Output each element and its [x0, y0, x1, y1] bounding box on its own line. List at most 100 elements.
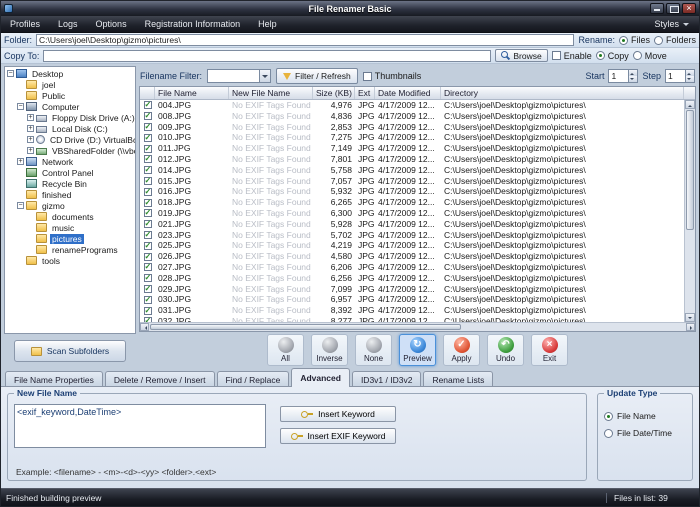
scroll-up-icon[interactable] [685, 100, 695, 109]
row-checkbox[interactable] [144, 242, 152, 250]
tree-item-public[interactable]: Public [5, 90, 135, 101]
tree-expander-icon[interactable]: + [27, 114, 34, 121]
table-row[interactable]: 025.JPGNo EXIF Tags Found4,219JPG4/17/20… [140, 240, 684, 251]
thumbnails-checkbox[interactable]: Thumbnails [363, 71, 422, 81]
scroll-right-icon[interactable] [686, 323, 695, 331]
column-header-date-modified[interactable]: Date Modified [375, 87, 441, 99]
all-button[interactable]: All [267, 334, 304, 366]
table-row[interactable]: 015.JPGNo EXIF Tags Found7,057JPG4/17/20… [140, 176, 684, 187]
row-checkbox[interactable] [144, 199, 152, 207]
tree-item-desktop[interactable]: −Desktop [5, 68, 135, 79]
folder-input[interactable] [36, 34, 574, 46]
table-row[interactable]: 009.JPGNo EXIF Tags Found2,853JPG4/17/20… [140, 122, 684, 133]
row-checkbox[interactable] [144, 101, 152, 109]
row-checkbox[interactable] [144, 134, 152, 142]
filter-refresh-button[interactable]: Filter / Refresh [276, 68, 358, 84]
vertical-scrollbar[interactable] [684, 100, 695, 322]
table-row[interactable]: 010.JPGNo EXIF Tags Found7,275JPG4/17/20… [140, 132, 684, 143]
chevron-down-icon[interactable] [259, 70, 270, 82]
insert-keyword-button[interactable]: Insert Keyword [280, 406, 396, 422]
table-row[interactable]: 027.JPGNo EXIF Tags Found6,206JPG4/17/20… [140, 262, 684, 273]
tree-item-floppy-disk-drive-a[interactable]: +Floppy Disk Drive (A:) [5, 112, 135, 123]
row-checkbox[interactable] [144, 188, 152, 196]
table-row[interactable]: 021.JPGNo EXIF Tags Found5,928JPG4/17/20… [140, 219, 684, 230]
tree-item-pictures[interactable]: pictures [5, 233, 135, 244]
tree-item-local-disk-c[interactable]: +Local Disk (C:) [5, 123, 135, 134]
spin-down-icon[interactable] [629, 76, 637, 82]
tree-item-renameprograms[interactable]: renamePrograms [5, 244, 135, 255]
horizontal-scroll-thumb[interactable] [150, 324, 461, 330]
tree-item-recycle-bin[interactable]: Recycle Bin [5, 178, 135, 189]
start-stepper[interactable]: 1 [608, 69, 638, 83]
rename-files-radio[interactable]: Files [619, 35, 650, 45]
tree-expander-icon[interactable]: + [27, 125, 34, 132]
move-radio[interactable]: Move [633, 51, 667, 61]
menu-item-profiles[interactable]: Profiles [1, 16, 49, 32]
tree-item-tools[interactable]: tools [5, 255, 135, 266]
tree-item-network[interactable]: +Network [5, 156, 135, 167]
close-icon[interactable] [682, 3, 696, 14]
table-row[interactable]: 016.JPGNo EXIF Tags Found5,932JPG4/17/20… [140, 186, 684, 197]
tree-item-joel[interactable]: joel [5, 79, 135, 90]
table-row[interactable]: 030.JPGNo EXIF Tags Found6,957JPG4/17/20… [140, 294, 684, 305]
tree-item-music[interactable]: music [5, 222, 135, 233]
table-row[interactable]: 019.JPGNo EXIF Tags Found6,300JPG4/17/20… [140, 208, 684, 219]
scan-subfolders-button[interactable]: Scan Subfolders [14, 340, 126, 362]
menu-item-registration-information[interactable]: Registration Information [136, 16, 250, 32]
horizontal-scrollbar[interactable] [140, 322, 695, 331]
table-row[interactable]: 004.JPGNo EXIF Tags Found4,976JPG4/17/20… [140, 100, 684, 111]
menu-item-logs[interactable]: Logs [49, 16, 87, 32]
tree-expander-icon[interactable]: + [27, 147, 34, 154]
tree-item-gizmo[interactable]: −gizmo [5, 200, 135, 211]
row-checkbox[interactable] [144, 145, 152, 153]
row-checkbox[interactable] [144, 285, 152, 293]
table-row[interactable]: 018.JPGNo EXIF Tags Found6,265JPG4/17/20… [140, 197, 684, 208]
menu-item-styles[interactable]: Styles [644, 16, 699, 32]
copy-radio[interactable]: Copy [596, 51, 629, 61]
row-checkbox[interactable] [144, 296, 152, 304]
table-row[interactable]: 031.JPGNo EXIF Tags Found8,392JPG4/17/20… [140, 305, 684, 316]
column-header-directory[interactable]: Directory [441, 87, 684, 99]
vertical-scroll-thumb[interactable] [686, 110, 694, 230]
column-header-new-file-name[interactable]: New File Name [229, 87, 313, 99]
insert-exif-keyword-button[interactable]: Insert EXIF Keyword [280, 428, 396, 444]
tab-id3v1-id3v2[interactable]: ID3v1 / ID3v2 [352, 371, 422, 387]
minimize-icon[interactable] [650, 3, 664, 14]
apply-button[interactable]: ✓Apply [443, 334, 480, 366]
table-row[interactable]: 008.JPGNo EXIF Tags Found4,836JPG4/17/20… [140, 111, 684, 122]
row-checkbox[interactable] [144, 155, 152, 163]
tab-rename-lists[interactable]: Rename Lists [423, 371, 493, 387]
enable-checkbox[interactable]: Enable [552, 51, 592, 61]
column-header-checkbox[interactable] [140, 87, 155, 99]
column-header-file-name[interactable]: File Name [155, 87, 229, 99]
row-checkbox[interactable] [144, 307, 152, 315]
none-button[interactable]: None [355, 334, 392, 366]
tree-item-documents[interactable]: documents [5, 211, 135, 222]
tree-item-control-panel[interactable]: Control Panel [5, 167, 135, 178]
filename-filter-dropdown[interactable] [207, 69, 271, 83]
tree-item-cd-drive-d-virtualbox-guest[interactable]: +CD Drive (D:) VirtualBox Guest [5, 134, 135, 145]
column-header-size-kb[interactable]: Size (KB) [313, 87, 355, 99]
tree-item-computer[interactable]: −Computer [5, 101, 135, 112]
new-file-name-input[interactable]: <exif_keyword,DateTime> [14, 404, 266, 448]
maximize-icon[interactable] [666, 3, 680, 14]
inverse-button[interactable]: Inverse [311, 334, 348, 366]
tree-item-vbsharedfolder-vboxsvr[interactable]: +VBSharedFolder (\\vboxsvr) (... [5, 145, 135, 156]
row-checkbox[interactable] [144, 112, 152, 120]
table-row[interactable]: 012.JPGNo EXIF Tags Found7,801JPG4/17/20… [140, 154, 684, 165]
tab-advanced[interactable]: Advanced [291, 368, 350, 387]
row-checkbox[interactable] [144, 209, 152, 217]
table-row[interactable]: 011.JPGNo EXIF Tags Found7,149JPG4/17/20… [140, 143, 684, 154]
tab-delete-remove-insert[interactable]: Delete / Remove / Insert [105, 371, 215, 387]
scroll-down-icon[interactable] [685, 313, 695, 322]
tab-file-name-properties[interactable]: File Name Properties [5, 371, 103, 387]
table-row[interactable]: 023.JPGNo EXIF Tags Found5,702JPG4/17/20… [140, 230, 684, 241]
update-option-file-name[interactable]: File Name [604, 411, 686, 421]
tree-item-finished[interactable]: finished [5, 189, 135, 200]
browse-button[interactable]: Browse [495, 49, 547, 62]
table-row[interactable]: 028.JPGNo EXIF Tags Found6,256JPG4/17/20… [140, 273, 684, 284]
preview-button[interactable]: ↻Preview [399, 334, 436, 366]
row-checkbox[interactable] [144, 166, 152, 174]
tree-expander-icon[interactable]: + [17, 158, 24, 165]
row-checkbox[interactable] [144, 177, 152, 185]
